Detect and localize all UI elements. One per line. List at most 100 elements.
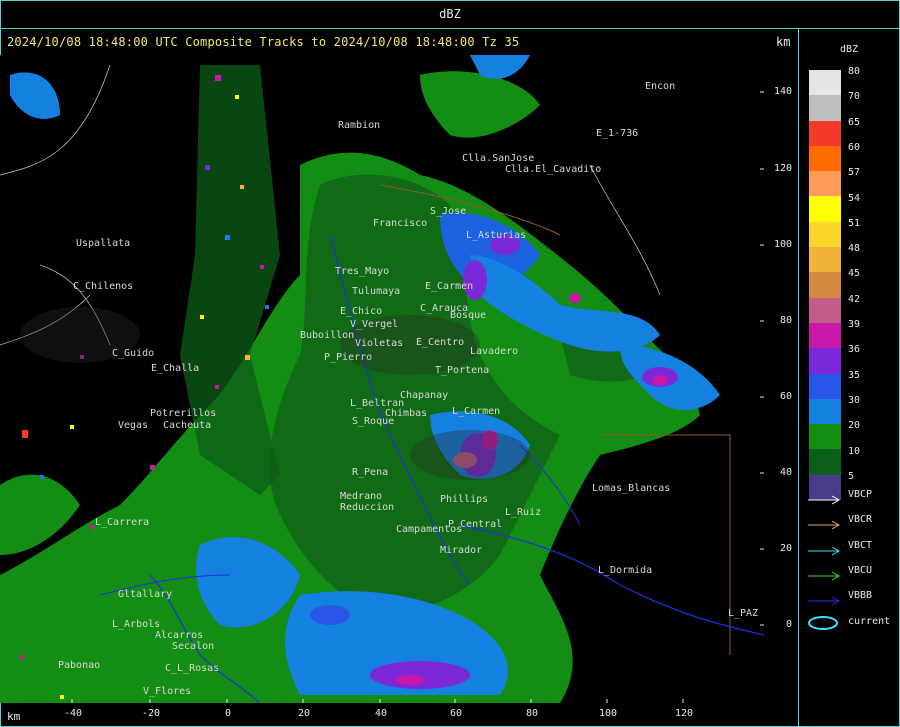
place-label: Encon bbox=[645, 81, 676, 92]
color-level-label: 5 bbox=[848, 470, 855, 482]
place-label: L_Carmen bbox=[452, 406, 501, 417]
place-label: E_1-736 bbox=[596, 128, 639, 139]
color-swatch bbox=[809, 221, 841, 248]
track-label: VBCR bbox=[848, 514, 873, 526]
place-label: Alcarros bbox=[155, 630, 204, 641]
track-arrow-icon bbox=[806, 541, 844, 556]
km-unit-bottom: km bbox=[7, 710, 21, 723]
color-level-label: 65 bbox=[848, 116, 861, 128]
place-label: Medrano bbox=[340, 491, 383, 502]
km-unit-top: km bbox=[776, 35, 791, 49]
color-level-label: 51 bbox=[848, 217, 861, 229]
place-label: Phillips bbox=[440, 494, 489, 505]
product-title: dBZ bbox=[439, 7, 461, 21]
color-level-label: 39 bbox=[848, 319, 861, 330]
place-label: Rambion bbox=[338, 120, 381, 131]
color-swatch bbox=[809, 373, 841, 399]
color-level-label: 35 bbox=[848, 369, 861, 381]
place-label: Campamentos bbox=[396, 524, 463, 535]
color-level-label: 70 bbox=[848, 91, 861, 103]
x-tick-label: 20 bbox=[297, 708, 311, 719]
track-arrow-icon bbox=[806, 515, 844, 530]
legend-title: dBZ bbox=[840, 44, 859, 55]
x-tick-label: -40 bbox=[63, 708, 83, 719]
y-tick-label: 80 bbox=[779, 315, 792, 326]
color-level-label: 57 bbox=[848, 167, 861, 179]
color-scale bbox=[809, 70, 841, 501]
place-label: C_L_Rosas bbox=[165, 663, 220, 674]
radar-map[interactable] bbox=[0, 55, 764, 703]
place-label: Lavadero bbox=[470, 346, 519, 357]
color-level-label: 60 bbox=[848, 141, 861, 153]
color-level-label: 30 bbox=[848, 394, 861, 406]
place-label: L_Asturias bbox=[466, 230, 527, 241]
color-level-label: 45 bbox=[848, 268, 861, 280]
place-label: S_Jose bbox=[430, 206, 467, 217]
place-label: Francisco bbox=[373, 218, 428, 229]
place-label: Tres_Mayo bbox=[335, 266, 390, 277]
x-tick-label: 100 bbox=[598, 708, 618, 719]
place-label: C_Chilenos bbox=[73, 281, 134, 292]
color-level-label: 80 bbox=[848, 66, 861, 77]
color-swatch bbox=[809, 196, 841, 222]
place-label: T_Portena bbox=[435, 365, 490, 376]
place-label: Potrerillos bbox=[150, 408, 217, 419]
y-tick-label: 140 bbox=[773, 86, 792, 97]
track-label: VBCP bbox=[848, 489, 873, 500]
place-label: L_Dormida bbox=[598, 565, 653, 576]
track-label: VBCT bbox=[848, 539, 873, 551]
place-label: R_Pena bbox=[352, 467, 389, 478]
x-tick-label: 120 bbox=[674, 708, 694, 719]
color-swatch bbox=[809, 247, 841, 273]
place-label: Uspallata bbox=[76, 238, 131, 249]
place-label: V_Vergel bbox=[350, 319, 399, 330]
color-level-label: 10 bbox=[848, 445, 861, 457]
track-arrow-icon bbox=[806, 490, 844, 505]
color-swatch bbox=[809, 424, 841, 450]
color-level-label: 42 bbox=[848, 293, 861, 305]
place-label: Bosque bbox=[450, 310, 487, 321]
color-swatch bbox=[809, 145, 841, 172]
time-range-title: 2024/10/08 18:48:00 UTC Composite Tracks… bbox=[7, 35, 520, 49]
place-label: Tulumaya bbox=[352, 286, 401, 297]
place-label: Mirador bbox=[440, 545, 483, 556]
color-swatch bbox=[809, 449, 841, 475]
place-label: Buboillon bbox=[300, 330, 355, 341]
place-label: Chapanay bbox=[400, 390, 449, 401]
radar-map-svg bbox=[0, 55, 764, 703]
place-label: V_Flores bbox=[143, 686, 192, 697]
color-swatch bbox=[809, 95, 841, 121]
color-swatch bbox=[809, 297, 841, 323]
track-label: VBBB bbox=[848, 590, 873, 602]
color-level-label: 48 bbox=[848, 243, 861, 255]
place-label: P_Pierro bbox=[324, 352, 373, 363]
y-tick-label: 100 bbox=[773, 239, 792, 250]
place-label: Violetas bbox=[355, 338, 404, 349]
x-tick-label: 60 bbox=[449, 708, 463, 719]
place-label: Vegas bbox=[118, 420, 149, 431]
x-tick-label: 80 bbox=[525, 708, 539, 719]
place-label: L_Ruiz bbox=[505, 507, 542, 518]
place-label: Lomas_Blancas bbox=[592, 483, 671, 494]
place-label: L_Arbols bbox=[112, 619, 161, 630]
place-label: Clla.El_Cavadito bbox=[505, 164, 602, 175]
x-tick-label: 40 bbox=[374, 708, 388, 719]
color-swatch bbox=[809, 272, 841, 298]
y-tick-label: 40 bbox=[779, 467, 792, 478]
place-label: Cacheuta bbox=[163, 420, 212, 431]
color-swatch bbox=[809, 70, 841, 96]
x-tick-label: 0 bbox=[224, 708, 232, 719]
color-level-label: 36 bbox=[848, 344, 861, 356]
color-level-label: 54 bbox=[848, 192, 861, 204]
place-label: E_Challa bbox=[151, 363, 200, 374]
place-label: E_Chico bbox=[340, 306, 383, 317]
place-label: Secalon bbox=[172, 641, 215, 652]
place-label: E_Centro bbox=[416, 337, 465, 348]
top-bar: dBZ bbox=[0, 0, 900, 29]
track-label: VBCU bbox=[848, 564, 873, 576]
color-swatch bbox=[809, 398, 841, 425]
place-label: Pabonao bbox=[58, 660, 101, 671]
y-tick-label: 60 bbox=[779, 391, 792, 402]
color-swatch bbox=[809, 120, 841, 146]
place-label: Clla.SanJose bbox=[462, 153, 535, 164]
